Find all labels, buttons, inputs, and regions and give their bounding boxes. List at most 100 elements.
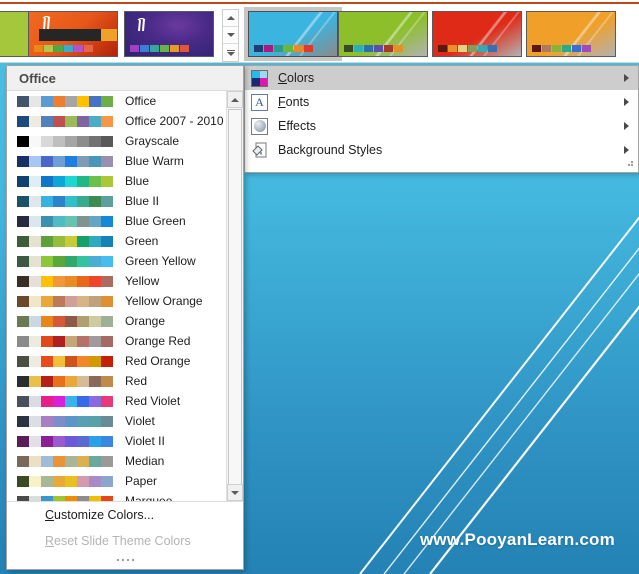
theme-color-swatch [17, 275, 113, 287]
customize-colors-label: Customize Colors... [45, 508, 155, 522]
theme-color-swatch [17, 295, 113, 307]
gallery-scroll-up-button[interactable] [223, 10, 238, 27]
theme-color-swatch [17, 155, 113, 167]
theme-color-swatch [17, 335, 113, 347]
theme-color-item[interactable]: Red [7, 371, 223, 391]
theme-thumbnail-theme-orange-berlin[interactable] [28, 11, 118, 57]
theme-color-item[interactable]: Green Yellow [7, 251, 223, 271]
fonts-icon: A [249, 92, 270, 113]
theme-color-swatch [17, 475, 113, 487]
theme-colors-list-body: Office Office 2007 - 2010 Grayscale Blue Wa… [7, 91, 243, 501]
customize-colors-menu-item[interactable]: Customize Colors... [7, 502, 243, 528]
theme-color-item[interactable]: Blue II [7, 191, 223, 211]
theme-thumbnail-variant-orange[interactable] [526, 11, 616, 57]
theme-color-item[interactable]: Blue Green [7, 211, 223, 231]
theme-color-swatch [17, 115, 113, 127]
submenu-arrow-icon [624, 122, 629, 130]
theme-color-name: Median [125, 454, 165, 468]
gallery-scroll-down-button[interactable] [223, 27, 238, 44]
theme-color-name: Green Yellow [125, 254, 196, 268]
theme-color-item[interactable]: Violet II [7, 431, 223, 451]
menu-item-label: Fonts [278, 95, 310, 109]
theme-color-name: Grayscale [125, 134, 180, 148]
theme-color-name: Blue Warm [125, 154, 184, 168]
theme-color-name: Green [125, 234, 159, 248]
submenu-arrow-icon [624, 146, 629, 154]
theme-color-name: Yellow [125, 274, 160, 288]
thumbnail-preview [249, 12, 337, 56]
effects-icon [249, 116, 270, 137]
theme-color-swatch [17, 235, 113, 247]
menu-item-label: Background Styles [278, 143, 383, 157]
gallery-more-button[interactable] [223, 44, 238, 61]
scrollbar-up-button[interactable] [227, 91, 243, 108]
theme-color-item[interactable]: Yellow [7, 271, 223, 291]
theme-colors-footer: Customize Colors... Reset Slide Theme Co… [7, 501, 243, 569]
menu-item-effects[interactable]: Effects [245, 114, 638, 138]
theme-color-item[interactable]: Orange Red [7, 331, 223, 351]
theme-colors-scrollbar[interactable] [226, 91, 243, 501]
theme-color-item[interactable]: Median [7, 451, 223, 471]
gallery-scroll-buttons[interactable] [222, 9, 239, 62]
theme-color-name: Office [125, 94, 157, 108]
background-styles-icon [249, 140, 270, 161]
thumbnail-color-swatches [254, 45, 313, 52]
theme-color-name: Blue II [125, 194, 160, 208]
theme-color-swatch [17, 255, 113, 267]
theme-color-item[interactable]: Yellow Orange [7, 291, 223, 311]
theme-thumbnail-theme-purple-savon[interactable] [124, 11, 214, 57]
theme-color-item[interactable]: Office 2007 - 2010 [7, 111, 224, 131]
scrollbar-thumb[interactable] [228, 109, 242, 495]
menu-item-label: Colors [278, 71, 315, 85]
theme-color-item[interactable]: Orange [7, 311, 223, 331]
scrollbar-down-button[interactable] [227, 484, 243, 501]
menu-item-fonts[interactable]: A Fonts [245, 90, 638, 114]
theme-color-swatch [17, 95, 113, 107]
theme-color-swatch [17, 495, 113, 501]
theme-color-name: Red [125, 374, 148, 388]
theme-color-item[interactable]: Red Orange [7, 351, 223, 371]
powerpoint-design-tab-screen: www.PooyanLearn.com Colors A Fonts Effects B… [0, 0, 639, 574]
theme-color-name: Paper [125, 474, 158, 488]
thumbnail-preview [125, 12, 213, 56]
theme-colors-dropdown: Office Office Office 2007 - 2010 Grayscale… [6, 65, 244, 570]
thumbnail-preview [527, 12, 615, 56]
theme-thumbnail-variant-green[interactable] [338, 11, 428, 57]
dropdown-resize-dots[interactable] [7, 554, 243, 565]
theme-color-name: Orange Red [125, 334, 191, 348]
thumbnail-preview [29, 12, 117, 56]
theme-color-item[interactable]: Grayscale [7, 131, 223, 151]
theme-color-item[interactable]: Green [7, 231, 223, 251]
theme-color-item[interactable]: Violet [7, 411, 223, 431]
theme-color-swatch [17, 435, 113, 447]
theme-color-name: Office 2007 - 2010 [125, 114, 224, 128]
thumbnail-preview [339, 12, 427, 56]
theme-color-item[interactable]: Blue Warm [7, 151, 223, 171]
theme-color-item[interactable]: Paper [7, 471, 223, 491]
thumbnail-color-swatches [532, 45, 591, 52]
theme-color-item[interactable]: Blue [7, 171, 223, 191]
theme-color-name: Blue [125, 174, 150, 188]
thumbnail-color-swatches [34, 45, 93, 52]
chevron-down-icon [231, 490, 239, 495]
resize-grip[interactable] [626, 161, 634, 169]
menu-item-colors[interactable]: Colors [245, 66, 638, 90]
more-themes-icon [226, 49, 235, 56]
theme-colors-group-header: Office [7, 66, 243, 91]
theme-color-item[interactable]: Red Violet [7, 391, 223, 411]
theme-color-name: Yellow Orange [125, 294, 203, 308]
theme-color-name: Red Violet [125, 394, 181, 408]
chevron-up-icon [226, 16, 235, 20]
variants-menu-items: Colors A Fonts Effects Background Styles [245, 66, 638, 162]
theme-color-item[interactable]: Office [7, 91, 223, 111]
chevron-up-icon [231, 97, 239, 102]
theme-color-swatch [17, 455, 113, 467]
theme-color-item[interactable]: Marquee [7, 491, 223, 501]
reset-slide-theme-colors-menu-item[interactable]: Reset Slide Theme Colors [7, 528, 243, 554]
menu-item-background-styles[interactable]: Background Styles [245, 138, 638, 162]
theme-thumbnail-variant-red[interactable] [432, 11, 522, 57]
theme-thumbnail-variant-blue[interactable] [244, 7, 342, 61]
variants-dropdown-menu: Colors A Fonts Effects Background Styles [244, 65, 639, 173]
submenu-arrow-icon [624, 74, 629, 82]
thumbnail-color-swatches [438, 45, 497, 52]
